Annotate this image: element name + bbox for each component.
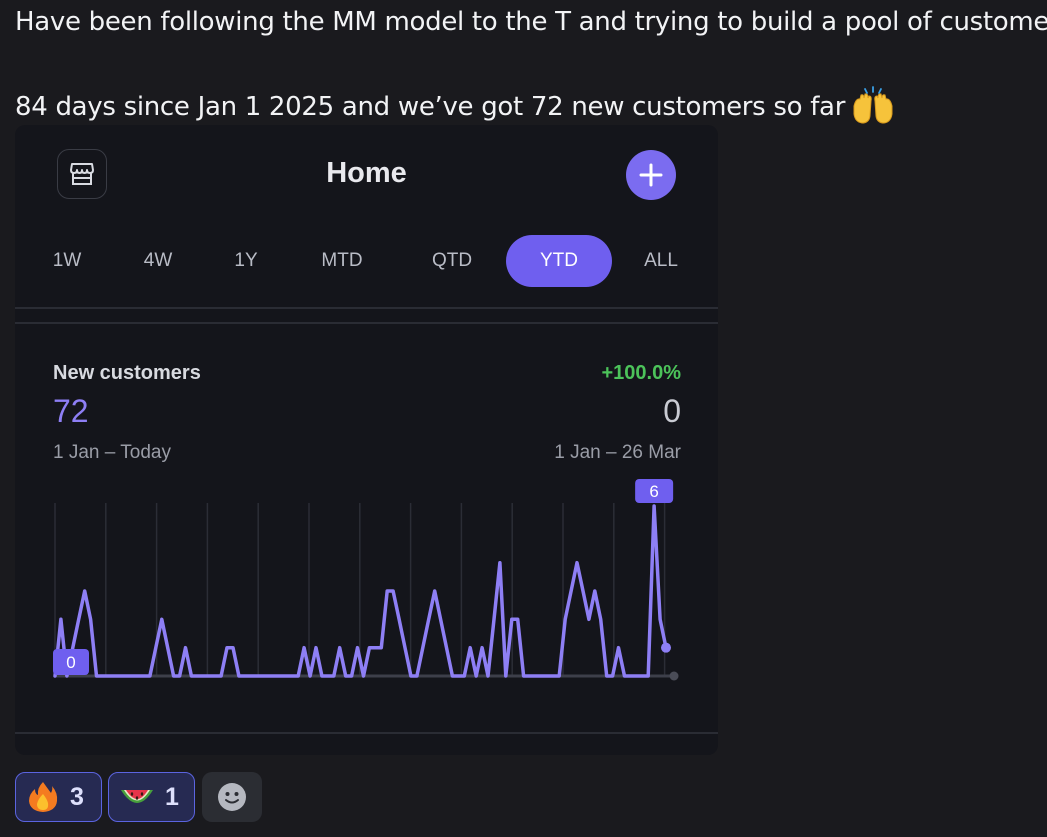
metric-previous-value: 0 (663, 393, 681, 429)
reaction-fire[interactable]: 3 (15, 772, 102, 822)
fire-emoji-icon (29, 782, 58, 812)
smiley-icon (218, 783, 246, 811)
add-button[interactable] (626, 150, 676, 200)
metric-label: New customers (53, 362, 201, 384)
app-screenshot-embed[interactable]: Home 1W 4W 1Y MTD QTD YTD ALL New custom… (15, 125, 718, 755)
plus-icon (639, 163, 663, 187)
add-reaction-button[interactable] (202, 772, 262, 822)
data-point-last (661, 642, 671, 653)
tab-ytd[interactable]: YTD (506, 235, 612, 287)
reaction-watermelon[interactable]: 1 (108, 772, 195, 822)
metric-range: 1 Jan – Today (53, 442, 171, 463)
divider (15, 732, 718, 734)
tab-1y[interactable]: 1Y (216, 235, 276, 287)
new-customers-chart: 06 (53, 479, 679, 681)
axis-end-dot (669, 671, 679, 681)
tab-all[interactable]: ALL (629, 235, 693, 287)
period-tabs: 1W 4W 1Y MTD QTD YTD ALL (15, 235, 718, 287)
page-title: Home (326, 157, 407, 189)
message-line-2-text: 84 days since Jan 1 2025 and we’ve got 7… (15, 92, 846, 122)
metric-previous-range: 1 Jan – 26 Mar (554, 442, 681, 463)
raising-hands-emoji-icon (853, 86, 893, 124)
divider (15, 307, 718, 309)
divider (15, 322, 718, 324)
message-line-1: Have been following the MM model to the … (15, 7, 1047, 37)
peak-label: 6 (649, 482, 658, 501)
start-label: 0 (66, 653, 75, 672)
message-line-2: 84 days since Jan 1 2025 and we’ve got 7… (15, 86, 895, 124)
reaction-count: 3 (70, 782, 84, 811)
tab-1w[interactable]: 1W (37, 235, 97, 287)
tab-4w[interactable]: 4W (128, 235, 188, 287)
tab-qtd[interactable]: QTD (417, 235, 487, 287)
metric-value: 72 (53, 393, 89, 429)
watermelon-emoji-icon (121, 790, 153, 803)
reaction-count: 1 (165, 782, 179, 811)
tab-mtd[interactable]: MTD (307, 235, 377, 287)
metric-change: +100.0% (601, 362, 681, 384)
